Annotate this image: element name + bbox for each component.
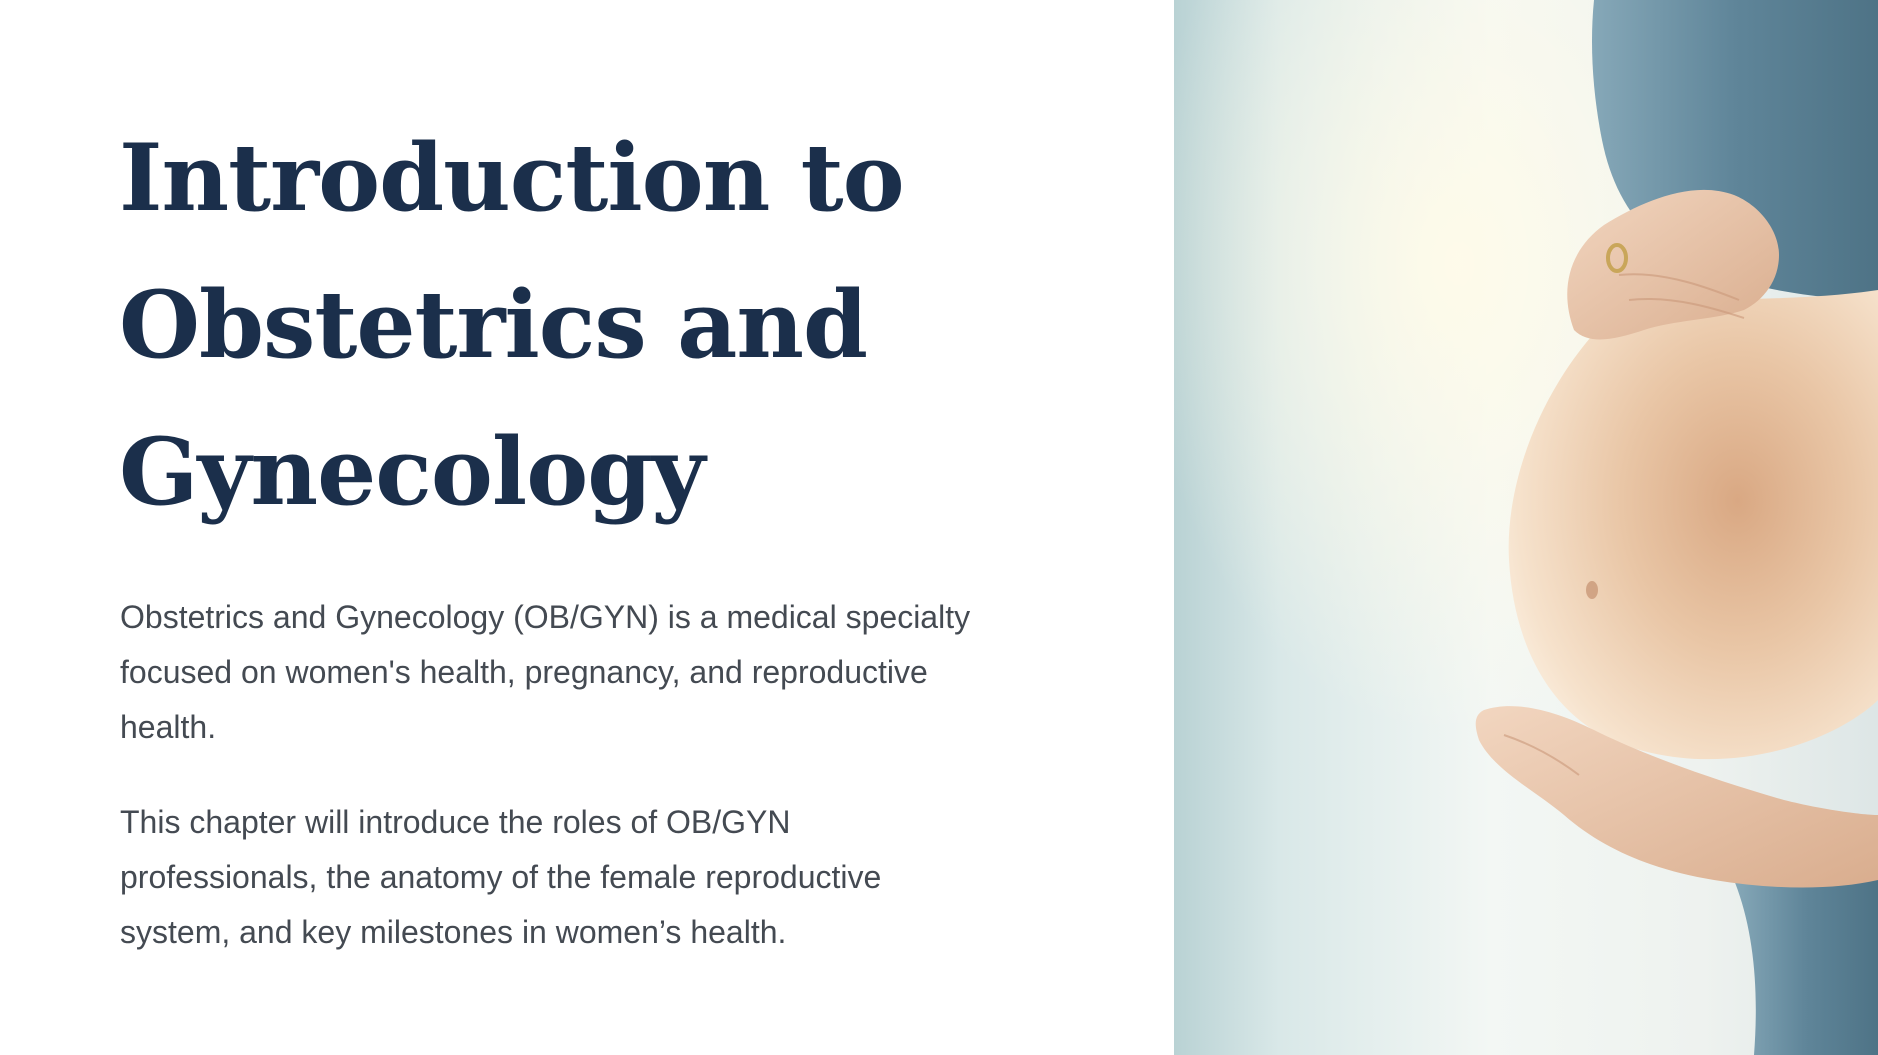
overview-paragraph-line-2: professionals, the anatomy of the female… — [120, 859, 882, 895]
chapter-overview-paragraph: This chapter will introduce the roles of… — [120, 795, 1070, 960]
title-line-1: Introduction to — [119, 123, 905, 232]
pregnancy-photo — [1174, 0, 1878, 1055]
title-line-2: Obstetrics and — [119, 270, 868, 379]
navel — [1586, 581, 1598, 599]
overview-paragraph-line-3: system, and key milestones in women’s he… — [120, 914, 787, 950]
intro-paragraph-line-2: focused on women's health, pregnancy, an… — [120, 654, 928, 690]
intro-paragraph: Obstetrics and Gynecology (OB/GYN) is a … — [120, 590, 1070, 755]
slide-title: Introduction to Obstetrics and Gynecolog… — [119, 104, 1119, 545]
title-line-3: Gynecology — [119, 417, 705, 526]
pregnant-belly-illustration — [1174, 0, 1878, 1055]
intro-paragraph-line-1: Obstetrics and Gynecology (OB/GYN) is a … — [120, 599, 971, 635]
intro-paragraph-line-3: health. — [120, 709, 217, 745]
overview-paragraph-line-1: This chapter will introduce the roles of… — [120, 804, 791, 840]
slide: Introduction to Obstetrics and Gynecolog… — [0, 0, 1878, 1055]
text-panel: Introduction to Obstetrics and Gynecolog… — [0, 0, 1174, 1055]
